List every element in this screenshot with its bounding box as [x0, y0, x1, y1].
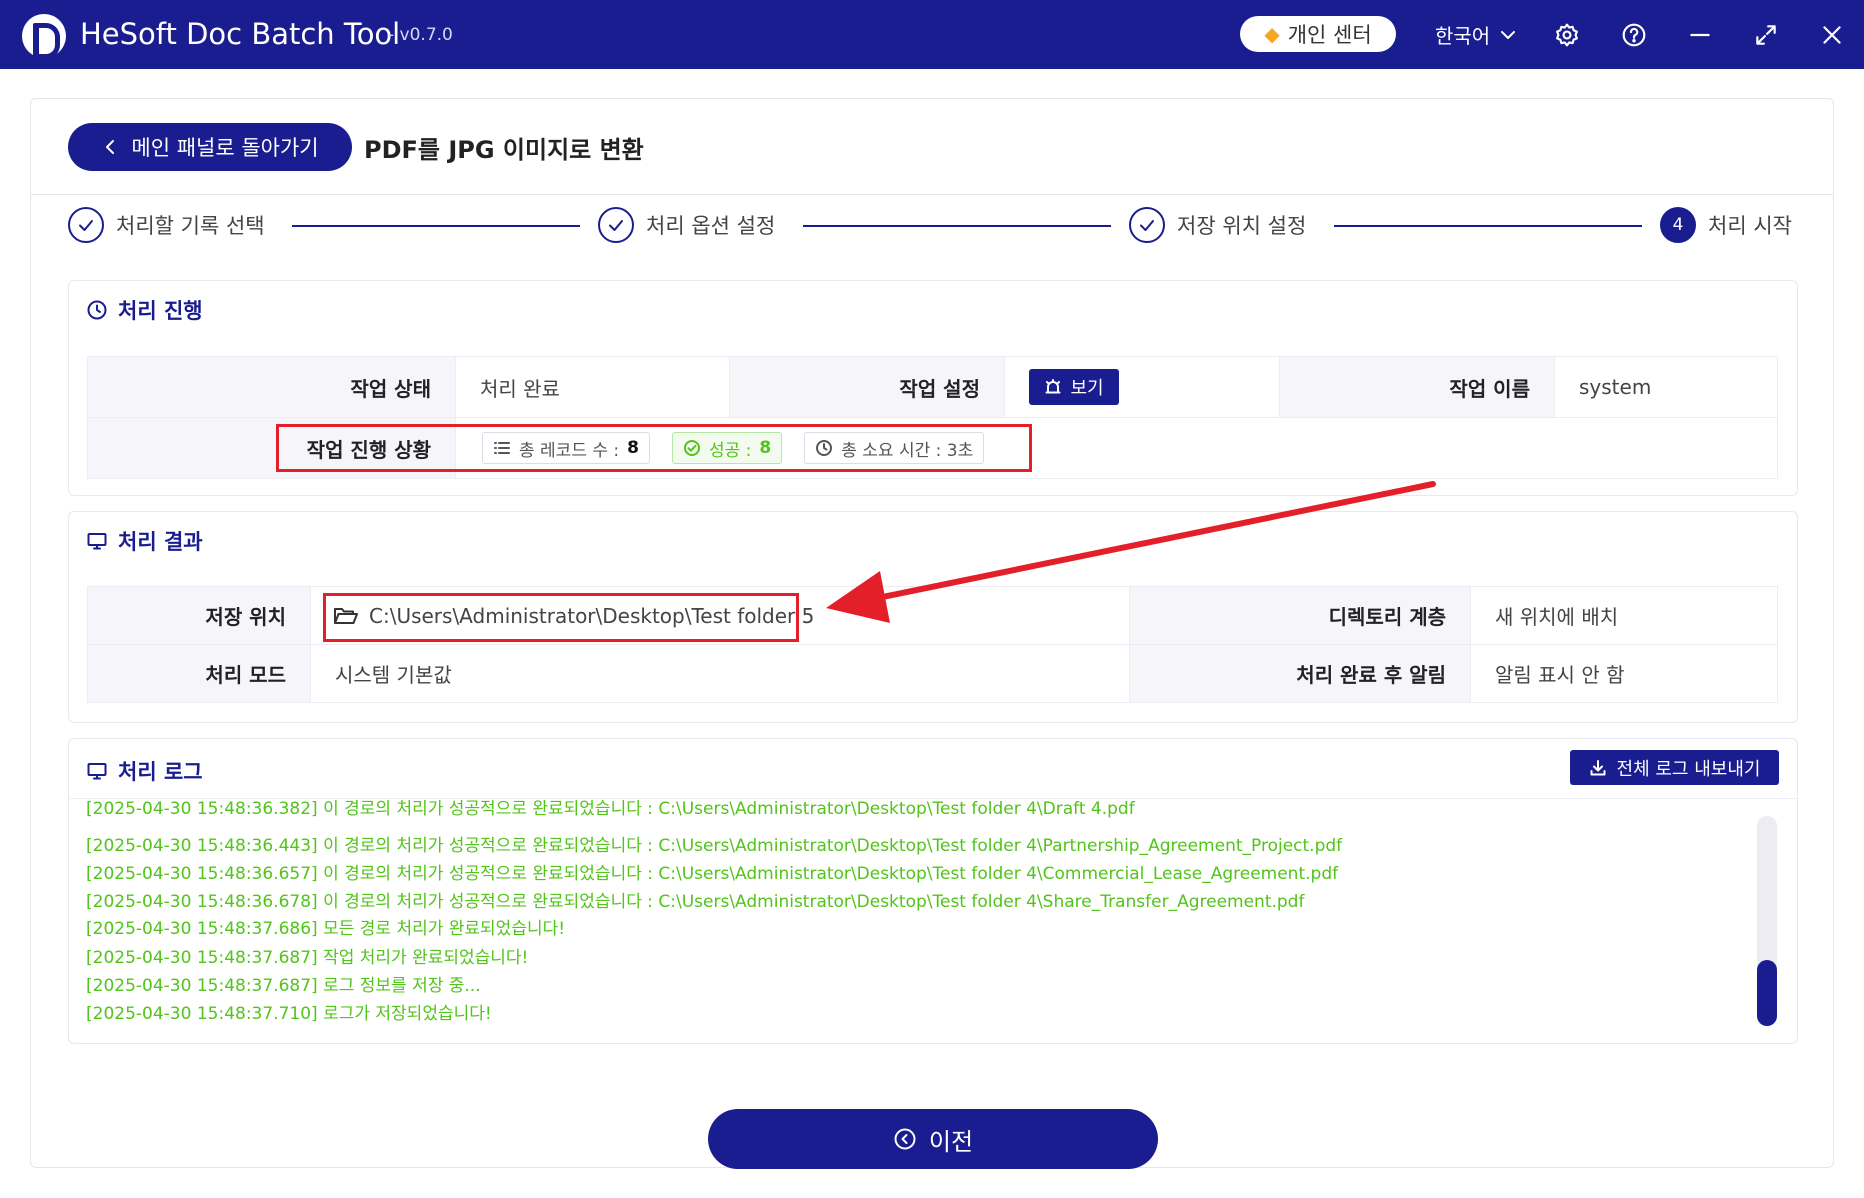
divider	[68, 798, 1798, 799]
log-line: [2025-04-30 15:48:37.687] 로그 정보를 저장 중...	[86, 976, 481, 996]
log-line: [2025-04-30 15:48:36.657] 이 경로의 처리가 성공적으…	[86, 864, 1339, 884]
log-line: [2025-04-30 15:48:36.443] 이 경로의 처리가 성공적으…	[86, 836, 1343, 856]
log-line: [2025-04-30 15:48:36.678] 이 경로의 처리가 성공적으…	[86, 892, 1305, 912]
chevron-left-circle-icon	[894, 1128, 916, 1150]
log-content[interactable]: [2025-04-30 15:48:36.382] 이 경로의 처리가 성공적으…	[70, 800, 1750, 1040]
export-log-button[interactable]: 전체 로그 내보내기	[1570, 750, 1779, 785]
previous-button[interactable]: 이전	[708, 1109, 1158, 1169]
log-line: [2025-04-30 15:48:37.687] 작업 처리가 완료되었습니다…	[86, 948, 529, 968]
export-log-label: 전체 로그 내보내기	[1616, 758, 1761, 780]
log-line: [2025-04-30 15:48:37.686] 모든 경로 처리가 완료되었…	[86, 919, 566, 939]
log-scrollbar-thumb[interactable]	[1757, 960, 1777, 1026]
previous-label: 이전	[928, 1127, 974, 1156]
log-title: 처리 로그	[118, 760, 203, 784]
log-line: [2025-04-30 15:48:36.382] 이 경로의 처리가 성공적으…	[86, 800, 1135, 819]
download-icon	[1590, 759, 1606, 775]
log-line: [2025-04-30 15:48:37.710] 로그가 저장되었습니다!	[86, 1004, 492, 1024]
monitor-icon	[87, 763, 107, 780]
log-header: 처리 로그	[86, 756, 203, 786]
